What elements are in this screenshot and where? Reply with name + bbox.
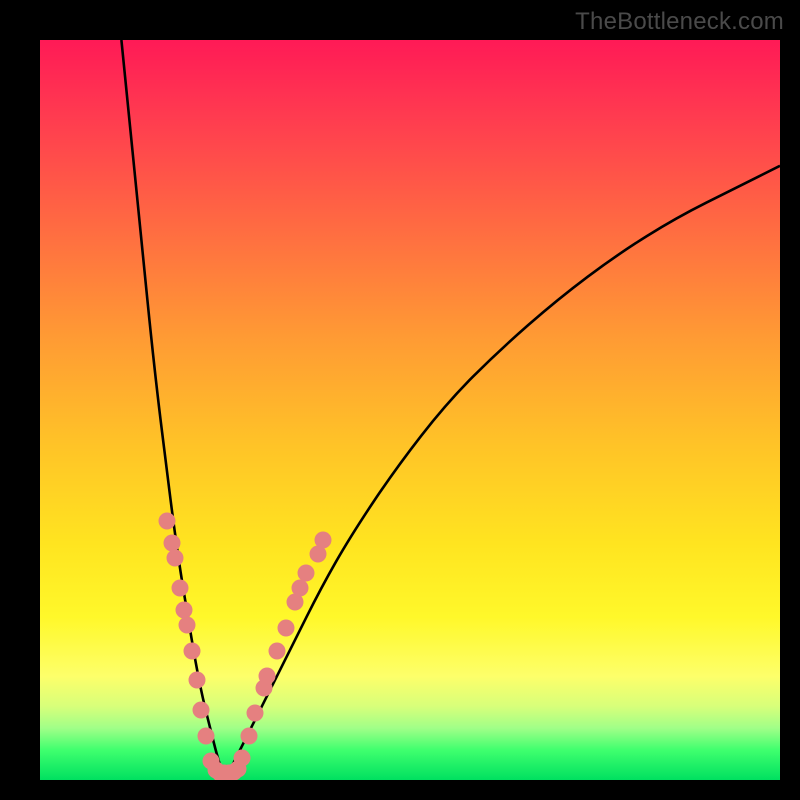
curve-layer (40, 40, 780, 780)
scatter-dot (315, 531, 332, 548)
scatter-dot (159, 513, 176, 530)
plot-area (40, 40, 780, 780)
left-branch-curve (121, 40, 225, 780)
scatter-dot (259, 668, 276, 685)
scatter-dot (292, 579, 309, 596)
scatter-dot (179, 616, 196, 633)
right-branch-curve (225, 166, 780, 780)
scatter-dot (240, 727, 257, 744)
scatter-dot (166, 550, 183, 567)
scatter-dot (171, 579, 188, 596)
scatter-dot (234, 749, 251, 766)
scatter-dot (268, 642, 285, 659)
scatter-dot (188, 672, 205, 689)
scatter-dot (287, 594, 304, 611)
scatter-dot (183, 642, 200, 659)
scatter-dot (309, 546, 326, 563)
scatter-dot (246, 705, 263, 722)
scatter-dot (193, 701, 210, 718)
watermark-text: TheBottleneck.com (575, 8, 784, 36)
scatter-dot (298, 564, 315, 581)
scatter-dot (197, 727, 214, 744)
scatter-dot (277, 620, 294, 637)
chart-frame: TheBottleneck.com (0, 0, 800, 800)
